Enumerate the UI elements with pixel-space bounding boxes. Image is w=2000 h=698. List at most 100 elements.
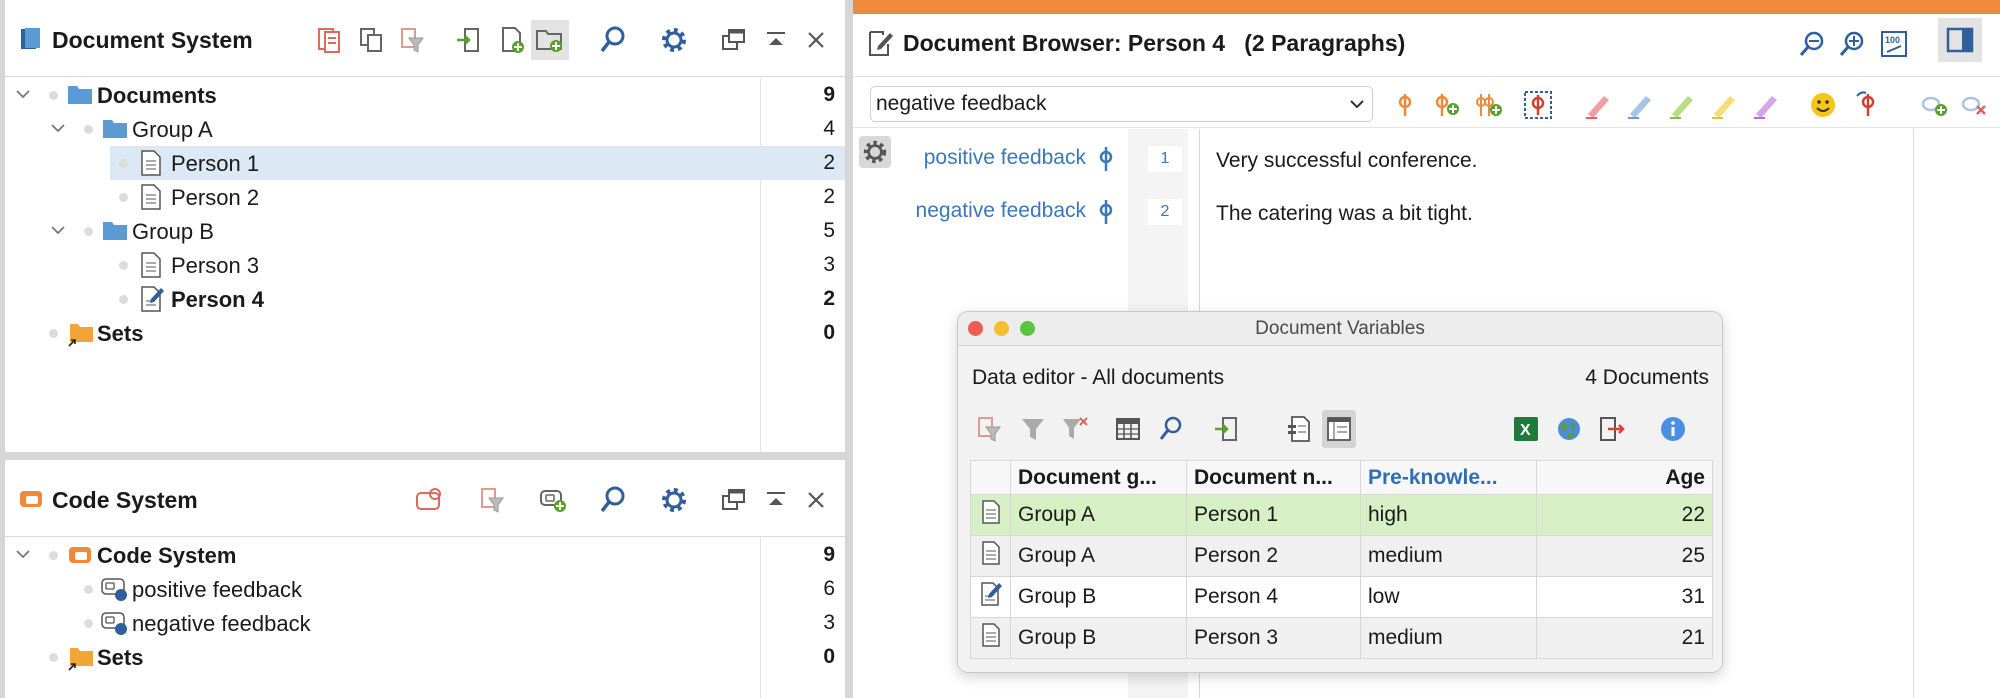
- table-row[interactable]: Group A Person 2 medium 25: [970, 535, 1713, 577]
- add-code-marker-icon[interactable]: [1431, 90, 1461, 120]
- search-icon[interactable]: [595, 480, 633, 520]
- undo-code-icon[interactable]: [1853, 90, 1883, 120]
- close-icon[interactable]: [797, 480, 835, 520]
- table-cell[interactable]: 21: [1536, 617, 1713, 659]
- code-select-value: negative feedback: [876, 92, 1047, 115]
- tree-item-person-4[interactable]: Person 4 2: [5, 282, 845, 316]
- table-columns-icon[interactable]: [1111, 410, 1145, 448]
- table-cell[interactable]: Person 1: [1186, 494, 1361, 536]
- code-select-dropdown[interactable]: negative feedback: [870, 86, 1373, 122]
- chevron-down-icon[interactable]: [15, 546, 31, 562]
- code-bracket-icon[interactable]: [1096, 198, 1116, 226]
- table-cell[interactable]: low: [1360, 576, 1537, 618]
- tree-item-sets[interactable]: Sets 0: [5, 316, 845, 350]
- code-marker-icon[interactable]: [1390, 90, 1420, 120]
- add-multi-code-icon[interactable]: [1473, 90, 1503, 120]
- table-row[interactable]: Group A Person 1 high 22: [970, 494, 1713, 536]
- chevron-down-icon[interactable]: [50, 222, 66, 238]
- table-header[interactable]: Pre-knowle...: [1360, 460, 1537, 495]
- paragraph-text[interactable]: The catering was a bit tight.: [1216, 202, 1473, 226]
- add-link-icon[interactable]: [1919, 90, 1949, 120]
- tree-item-person-3[interactable]: Person 3 3: [5, 248, 845, 282]
- table-header-icon-column[interactable]: [970, 460, 1011, 495]
- table-cell[interactable]: high: [1360, 494, 1537, 536]
- highlight-yellow-icon[interactable]: [1709, 90, 1739, 120]
- toggle-sidebar-icon[interactable]: [1938, 18, 1982, 62]
- highlight-blue-icon[interactable]: [1625, 90, 1655, 120]
- table-cell[interactable]: 22: [1536, 494, 1713, 536]
- activate-all-documents-icon[interactable]: [311, 20, 349, 60]
- tree-item-group-b[interactable]: Group B 5: [5, 214, 845, 248]
- table-cell[interactable]: Group A: [1010, 494, 1187, 536]
- table-row[interactable]: Group B Person 4 low 31: [970, 576, 1713, 618]
- chevron-down-icon[interactable]: [50, 120, 66, 136]
- zoom-out-icon[interactable]: [1793, 24, 1831, 64]
- zoom-in-icon[interactable]: [1833, 24, 1871, 64]
- status-dot: [49, 551, 58, 560]
- undock-window-icon[interactable]: [715, 20, 753, 60]
- table-cell[interactable]: medium: [1360, 535, 1537, 577]
- chevron-down-icon[interactable]: [15, 86, 31, 102]
- zoom-100-icon[interactable]: 100: [1875, 24, 1913, 64]
- tree-item-person-1[interactable]: Person 1 2: [5, 146, 845, 180]
- excel-export-icon[interactable]: X: [1509, 410, 1543, 448]
- table-cell[interactable]: Person 4: [1186, 576, 1361, 618]
- data-editor-icon[interactable]: [1322, 410, 1356, 448]
- table-cell[interactable]: Group A: [1010, 535, 1187, 577]
- copy-documents-icon[interactable]: [353, 20, 391, 60]
- clear-filter-icon[interactable]: [1058, 410, 1092, 448]
- export-icon[interactable]: [1595, 410, 1629, 448]
- table-cell[interactable]: 31: [1536, 576, 1713, 618]
- tree-item-code-system[interactable]: Code System 9: [5, 538, 845, 572]
- close-icon[interactable]: [797, 20, 835, 60]
- import-icon[interactable]: [1210, 410, 1244, 448]
- filter-icon[interactable]: [1016, 410, 1050, 448]
- new-document-icon[interactable]: [493, 20, 531, 60]
- highlight-purple-icon[interactable]: [1751, 90, 1781, 120]
- undock-window-icon[interactable]: [715, 480, 753, 520]
- tree-item-group-a[interactable]: Group A 4: [5, 112, 845, 146]
- highlight-red-icon[interactable]: [1583, 90, 1613, 120]
- table-cell[interactable]: Group B: [1010, 617, 1187, 659]
- table-row[interactable]: Group B Person 3 medium 21: [970, 617, 1713, 659]
- collapse-panel-icon[interactable]: [757, 480, 795, 520]
- code-label-positive-feedback[interactable]: positive feedback: [924, 146, 1086, 170]
- new-document-group-icon[interactable]: [531, 20, 569, 60]
- settings-gear-icon[interactable]: [655, 20, 693, 60]
- highlight-green-icon[interactable]: [1667, 90, 1697, 120]
- tree-item-sets[interactable]: Sets 0: [5, 640, 845, 674]
- filter-documents-icon[interactable]: [393, 20, 431, 60]
- settings-gear-icon[interactable]: [859, 136, 891, 168]
- remove-link-icon[interactable]: [1959, 90, 1989, 120]
- new-code-icon[interactable]: [535, 480, 573, 520]
- table-header[interactable]: Document n...: [1186, 460, 1361, 495]
- selection-code-icon[interactable]: [1523, 90, 1553, 120]
- tree-item-negative-feedback[interactable]: negative feedback 3: [5, 606, 845, 640]
- info-icon[interactable]: [1656, 410, 1690, 448]
- search-icon[interactable]: [595, 20, 633, 60]
- table-cell[interactable]: medium: [1360, 617, 1537, 659]
- table-cell[interactable]: 25: [1536, 535, 1713, 577]
- table-header[interactable]: Document g...: [1010, 460, 1187, 495]
- emoticode-smiley-icon[interactable]: [1808, 90, 1838, 120]
- table-cell[interactable]: Group B: [1010, 576, 1187, 618]
- import-icon[interactable]: [450, 20, 488, 60]
- collapse-panel-icon[interactable]: [757, 20, 795, 60]
- web-export-globe-icon[interactable]: [1552, 410, 1586, 448]
- activate-codes-icon[interactable]: [410, 480, 448, 520]
- tree-item-documents[interactable]: Documents 9: [5, 78, 845, 112]
- table-header[interactable]: Age: [1536, 460, 1713, 495]
- activate-filter-icon[interactable]: [972, 410, 1006, 448]
- table-cell[interactable]: Person 2: [1186, 535, 1361, 577]
- search-icon[interactable]: [1154, 410, 1188, 448]
- variable-list-icon[interactable]: [1283, 410, 1317, 448]
- tree-item-positive-feedback[interactable]: positive feedback 6: [5, 572, 845, 606]
- code-label-negative-feedback[interactable]: negative feedback: [916, 199, 1086, 223]
- paragraph-text[interactable]: Very successful conference.: [1216, 149, 1477, 173]
- table-cell[interactable]: Person 3: [1186, 617, 1361, 659]
- tree-item-person-2[interactable]: Person 2 2: [5, 180, 845, 214]
- code-icon: [101, 578, 127, 601]
- code-bracket-icon[interactable]: [1096, 145, 1116, 173]
- settings-gear-icon[interactable]: [655, 480, 693, 520]
- filter-codes-icon[interactable]: [473, 480, 511, 520]
